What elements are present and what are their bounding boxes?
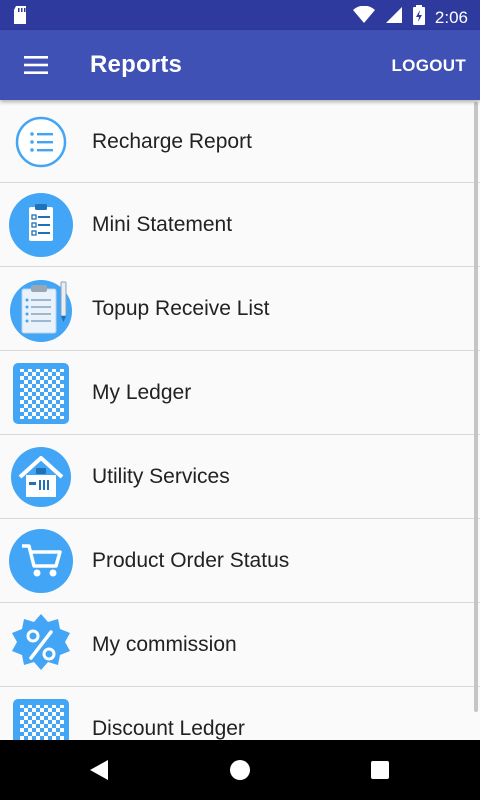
list-item-topup-receive-list[interactable]: Topup Receive List <box>0 267 480 351</box>
list-item-label: Topup Receive List <box>92 297 270 320</box>
shopping-cart-icon <box>8 528 74 594</box>
back-icon[interactable] <box>88 758 110 787</box>
ledger-book-icon <box>8 360 74 426</box>
page-title: Reports <box>90 51 183 78</box>
list-item-label: My commission <box>92 633 237 656</box>
scrollbar[interactable] <box>474 102 478 712</box>
home-icon[interactable] <box>229 758 251 787</box>
list-item-discount-ledger[interactable]: Discount Ledger <box>0 687 480 740</box>
ledger-book-icon <box>8 696 74 740</box>
list-icon <box>8 109 74 175</box>
list-item-label: Discount Ledger <box>92 717 245 740</box>
clipboard-checklist-icon <box>8 192 74 258</box>
list-item-my-commission[interactable]: My commission <box>0 603 480 687</box>
list-item-label: Utility Services <box>92 465 230 488</box>
percent-badge-icon <box>8 612 74 678</box>
clipboard-pen-icon <box>8 276 74 342</box>
app-bar: Reports LOGOUT <box>0 30 480 100</box>
battery-icon <box>412 5 425 30</box>
list-item-my-ledger[interactable]: My Ledger <box>0 351 480 435</box>
reports-list: Recharge Report Mini Statement Topup Rec… <box>0 100 480 740</box>
wifi-icon <box>352 5 375 29</box>
list-item-recharge-report[interactable]: Recharge Report <box>0 100 480 183</box>
sd-card-icon <box>12 5 28 30</box>
list-item-label: Recharge Report <box>92 130 252 153</box>
list-item-label: Product Order Status <box>92 549 290 572</box>
recents-icon[interactable] <box>369 758 391 787</box>
list-item-mini-statement[interactable]: Mini Statement <box>0 183 480 267</box>
list-item-label: My Ledger <box>92 381 192 404</box>
status-bar: 2:06 <box>0 0 480 30</box>
logout-button[interactable]: LOGOUT <box>391 56 466 76</box>
navigation-bar <box>0 740 480 800</box>
list-item-utility-services[interactable]: Utility Services <box>0 435 480 519</box>
utility-house-icon <box>8 444 74 510</box>
clock: 2:06 <box>434 7 468 27</box>
signal-icon <box>385 6 403 29</box>
list-item-label: Mini Statement <box>92 213 233 236</box>
hamburger-menu-icon[interactable] <box>16 49 56 81</box>
list-item-product-order-status[interactable]: Product Order Status <box>0 519 480 603</box>
